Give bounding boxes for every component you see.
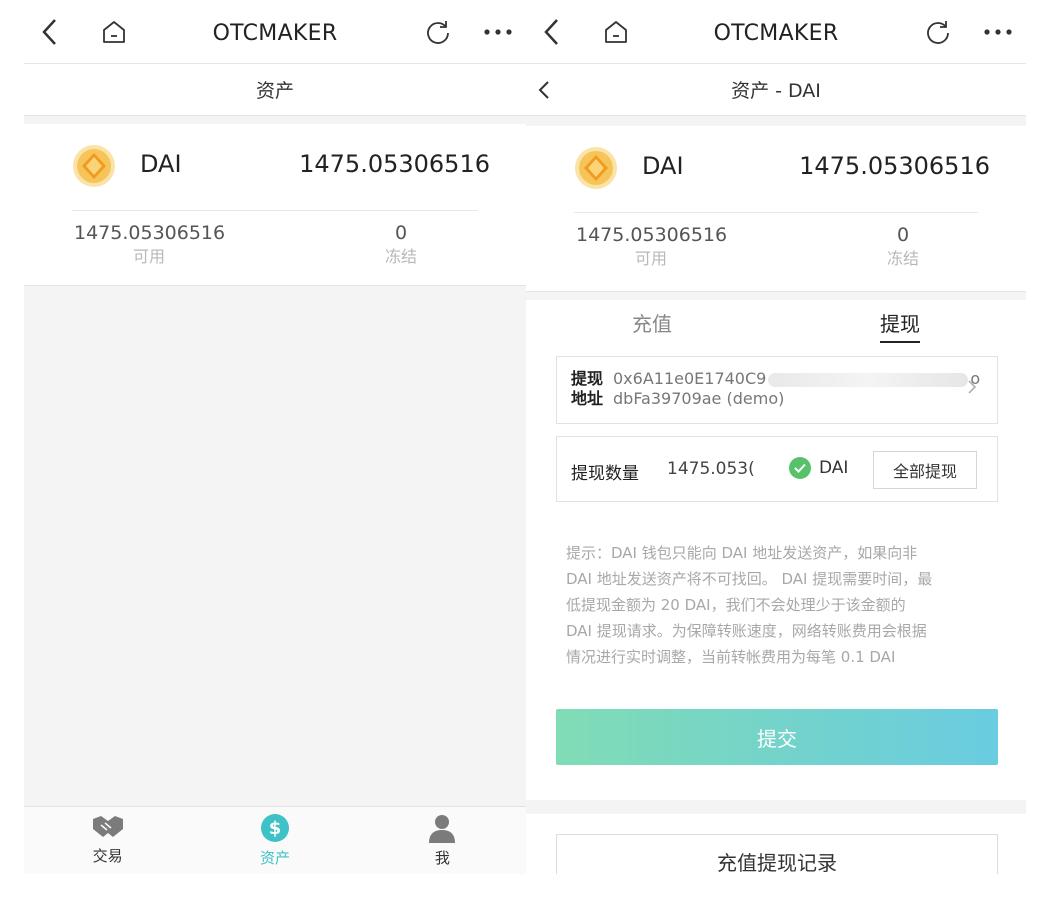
more-button[interactable] [980,14,1016,50]
deposit-withdraw-tabs: 充值 提现 [526,300,1026,346]
assets-screen: OTCMAKER 资产 DAI 1475.05306516 1475.05306… [24,0,526,874]
frozen-label: 冻结 [384,247,417,266]
spacer [526,292,1026,300]
withdraw-address-field[interactable]: 提现 地址 0x6A11e0E1740C9 o dbFa39709ae (demo… [556,356,998,424]
frozen-value: 0 [394,222,408,244]
address-label-line2: 地址 [571,389,604,408]
refresh-icon [427,21,449,44]
asset-name: DAI [642,152,684,180]
refresh-button[interactable] [420,14,456,50]
asset-summary-card: DAI 1475.05306516 1475.05306516 可用 0 冻结 [526,126,1026,292]
svg-text:$: $ [269,818,282,839]
redacted-blur [768,372,969,387]
page-title: 资产 [255,80,294,102]
withdraw-screen: OTCMAKER 资产 - DAI DAI 1475.05306516 1475… [526,0,1026,874]
address-line1: 0x6A11e0E1740C9 o [613,369,980,389]
asset-name: DAI [140,150,182,178]
top-nav-bar: OTCMAKER [526,0,1026,64]
address-label: 提现 地址 [571,369,603,409]
chevron-left-icon [544,19,558,45]
asset-total: 1475.05306516 [799,152,990,180]
tab-label: 资产 [259,849,290,867]
back-button[interactable] [534,14,570,50]
coin-selector[interactable]: DAI [789,457,848,479]
available-stat: 1475.05306516 可用 [576,222,728,270]
chevron-left-icon [42,19,56,45]
address-label-line1: 提现 [571,369,604,388]
more-dots-icon [984,29,1012,35]
amount-input[interactable] [667,455,761,483]
chevron-right-icon [967,379,977,400]
dai-coin-icon [73,145,115,187]
available-value: 1475.05306516 [576,224,728,246]
more-dots-icon [484,29,512,35]
home-icon [605,21,627,43]
check-circle-icon [789,457,811,479]
notice-line: 情况进行实时调整，当前转帐费用为每笔 0.1 DAI [566,648,896,666]
page-header: 资产 - DAI [526,64,1026,116]
bottom-tab-bar: 交易 $ 资产 我 [24,806,526,874]
coin-name: DAI [819,458,849,478]
more-button[interactable] [480,14,516,50]
tab-assets[interactable]: $ 资产 [191,807,358,874]
address-value: 0x6A11e0E1740C9 o dbFa39709ae (demo) [613,369,980,409]
available-label: 可用 [634,249,667,268]
home-icon [103,21,125,43]
home-button[interactable] [598,14,634,50]
tab-trade[interactable]: 交易 [24,807,191,874]
deposit-withdraw-records-button[interactable]: 充值提现记录 [556,834,998,874]
back-button[interactable] [32,14,68,50]
chevron-left-icon [538,81,549,99]
frozen-stat: 0 冻结 [858,222,948,270]
divider [574,212,978,213]
spacer [526,116,1026,126]
page-header: 资产 [24,64,526,116]
tab-withdraw[interactable]: 提现 [880,308,920,343]
notice-line: DAI 提现请求。为保障转账速度，网络转账费用会根据 [566,622,927,640]
divider [72,210,478,211]
tab-deposit[interactable]: 充值 [632,308,672,337]
available-value: 1475.05306516 [74,222,226,244]
submit-button[interactable]: 提交 [556,709,998,765]
handshake-icon [92,816,123,837]
sub-back-button[interactable] [536,76,564,104]
person-icon [429,815,456,843]
tab-me[interactable]: 我 [359,807,526,874]
notice-line: 低提现金额为 20 DAI，我们不会处理少于该金额的 [566,596,906,614]
frozen-stat: 0 冻结 [356,220,446,268]
asset-total: 1475.05306516 [299,150,490,178]
withdraw-amount-row: 提现数量 DAI 全部提现 [556,436,998,502]
notice-line: DAI 地址发送资产将不可找回。 DAI 提现需要时间，最 [566,570,933,588]
home-button[interactable] [96,14,132,50]
tab-label: 交易 [92,847,123,865]
tab-label: 我 [434,849,450,867]
section-separator [526,800,1026,814]
notice-line: 提示：DAI 钱包只能向 DAI 地址发送资产，如果向非 [566,544,918,562]
withdraw-all-button[interactable]: 全部提现 [873,451,977,489]
address-line2: dbFa39709ae (demo) [613,389,785,408]
available-label: 可用 [132,247,165,266]
dollar-coin-icon: $ [260,814,289,842]
top-nav-bar: OTCMAKER [24,0,526,64]
available-stat: 1475.05306516 可用 [74,220,226,268]
frozen-label: 冻结 [886,249,919,268]
dai-coin-icon [575,147,617,189]
address-prefix: 0x6A11e0E1740C9 [613,369,767,388]
amount-label: 提现数量 [571,464,639,484]
refresh-icon [927,21,949,44]
asset-summary-card[interactable]: DAI 1475.05306516 1475.05306516 可用 0 冻结 [24,124,526,286]
withdraw-notice: 提示：DAI 钱包只能向 DAI 地址发送资产，如果向非 DAI 地址发送资产将… [566,540,990,670]
page-title: 资产 - DAI [731,80,821,102]
frozen-value: 0 [896,224,910,246]
refresh-button[interactable] [920,14,956,50]
